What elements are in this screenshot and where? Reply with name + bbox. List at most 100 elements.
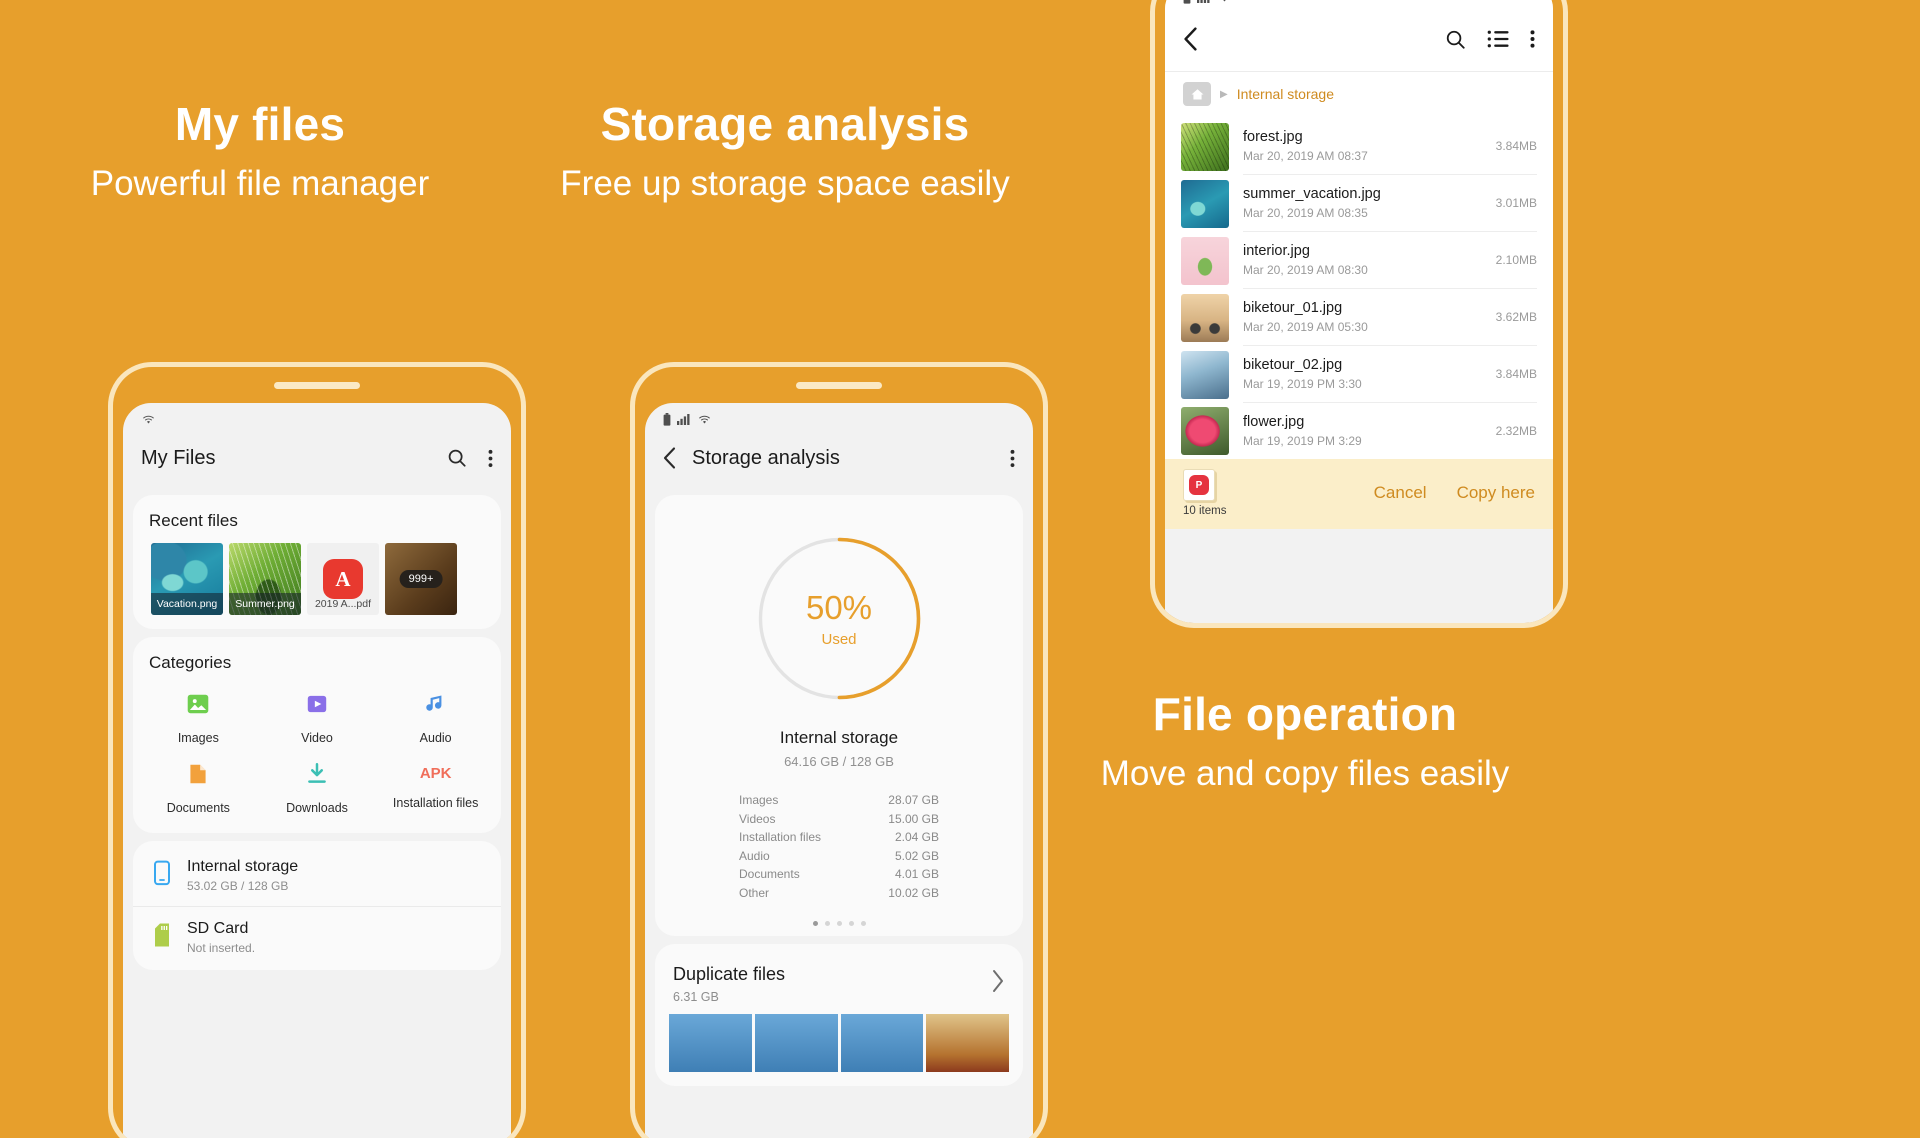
page-dot[interactable] [824, 920, 830, 926]
file-date: Mar 20, 2019 AM 08:35 [1243, 206, 1368, 220]
storage-item-sdcard[interactable]: SD Card Not inserted. [133, 906, 501, 968]
duplicate-preview-thumb[interactable] [754, 1013, 838, 1072]
breakdown-row: Videos 15.00 GB [739, 810, 939, 829]
breakdown-value: 2.04 GB [894, 830, 939, 845]
search-icon[interactable] [446, 447, 468, 469]
back-arrow-icon[interactable] [663, 447, 676, 469]
headline-subtitle: Move and copy files easily [1100, 754, 1510, 794]
recent-file-thumb[interactable]: A 2019 A...pdf [307, 543, 379, 615]
page-dot[interactable] [836, 920, 842, 926]
cancel-button[interactable]: Cancel [1374, 483, 1427, 503]
file-row[interactable]: biketour_02.jpg Mar 19, 2019 PM 3:30 3.8… [1165, 346, 1553, 403]
category-label: Video [301, 731, 333, 745]
categories-card: Categories Images Video Audio Documents … [133, 637, 501, 833]
storage-capacity: 53.02 GB / 128 GB [187, 879, 289, 893]
category-label: Installation files [392, 796, 479, 810]
home-folder-icon[interactable] [1183, 82, 1211, 106]
recent-files-card: Recent files Vacation.png Summer.png A 2… [133, 495, 501, 629]
download-icon [304, 761, 330, 792]
phone-storage-analysis: Storage analysis 50% Used Internal stora… [630, 362, 1048, 1138]
storage-item-internal[interactable]: Internal storage 53.02 GB / 128 GB [133, 845, 501, 906]
file-thumbnail [1181, 122, 1229, 171]
file-size: 2.10MB [1495, 253, 1537, 267]
storage-breakdown-list: Images 28.07 GB Videos 15.00 GB Installa… [739, 791, 939, 903]
file-thumbnail [1181, 179, 1229, 228]
category-label: Documents [166, 801, 230, 815]
categories-grid: Images Video Audio Documents Downloads A… [133, 685, 501, 819]
recent-file-thumb-more[interactable]: 999+ [385, 543, 457, 615]
duplicate-files-size: 6.31 GB [673, 989, 719, 1004]
duplicate-preview-thumb[interactable] [926, 1013, 1009, 1072]
recent-file-thumb[interactable]: Summer.png [229, 543, 301, 615]
selected-item-count: 10 items [1183, 505, 1227, 517]
file-row[interactable]: biketour_01.jpg Mar 20, 2019 AM 05:30 3.… [1165, 289, 1553, 346]
more-vertical-icon[interactable] [488, 448, 493, 469]
file-row[interactable]: flower.jpg Mar 19, 2019 PM 3:29 2.32MB [1165, 403, 1553, 459]
file-date: Mar 20, 2019 AM 08:30 [1243, 263, 1368, 277]
battery-icon [663, 412, 671, 426]
breakdown-label: Documents [739, 867, 800, 882]
recent-file-label: Summer.png [229, 593, 301, 615]
duplicate-files-card[interactable]: Duplicate files 6.31 GB [655, 943, 1023, 1086]
donut-chart-area: 50% Used Internal storage 64.16 GB / 128… [655, 509, 1023, 769]
breakdown-value: 5.02 GB [894, 848, 939, 863]
headline-title: My files [174, 98, 346, 150]
file-operation-bar: P 10 items Cancel Copy here [1165, 459, 1553, 529]
breadcrumb-path[interactable]: Internal storage [1237, 86, 1334, 102]
category-installation-files[interactable]: APK Installation files [376, 761, 495, 815]
breakdown-label: Other [739, 885, 770, 900]
page-title: Storage analysis [692, 446, 840, 469]
page-dot[interactable] [812, 920, 818, 926]
page-dot[interactable] [848, 920, 854, 926]
back-arrow-icon[interactable] [1183, 27, 1198, 51]
headline-my-files: My files Powerful file manager [40, 100, 480, 205]
headline-subtitle: Powerful file manager [90, 164, 430, 204]
file-thumbnail [1181, 407, 1229, 455]
breadcrumb-separator: ▶ [1220, 88, 1228, 100]
image-icon [185, 691, 211, 722]
file-name: flower.jpg [1243, 414, 1305, 430]
category-documents[interactable]: Documents [139, 761, 258, 815]
file-row[interactable]: forest.jpg Mar 20, 2019 AM 08:37 3.84MB [1165, 118, 1553, 175]
page-dot[interactable] [860, 920, 866, 926]
recent-files-row: Vacation.png Summer.png A 2019 A...pdf 9… [133, 543, 501, 615]
category-video[interactable]: Video [258, 691, 377, 745]
breakdown-label: Audio [739, 848, 770, 863]
storage-status: Not inserted. [187, 941, 256, 955]
file-row[interactable]: interior.jpg Mar 20, 2019 AM 08:30 2.10M… [1165, 232, 1553, 289]
copy-here-button[interactable]: Copy here [1457, 483, 1535, 503]
wifi-icon [697, 413, 712, 425]
phone3-app-bar [1165, 7, 1553, 71]
chevron-right-icon[interactable] [991, 969, 1005, 998]
list-view-icon[interactable] [1487, 29, 1510, 49]
duplicate-preview-thumb[interactable] [669, 1013, 752, 1072]
audio-icon [423, 691, 449, 722]
file-thumbnail [1181, 293, 1229, 342]
file-row[interactable]: summer_vacation.jpg Mar 20, 2019 AM 08:3… [1165, 175, 1553, 232]
storage-percent: 50% [805, 589, 873, 626]
storage-name: SD Card [187, 920, 249, 937]
phone1-screen: My Files Recent files Vacation.png Summe… [123, 403, 511, 1138]
category-audio[interactable]: Audio [376, 691, 495, 745]
phone-speaker-bar [796, 382, 882, 389]
phone2-screen: Storage analysis 50% Used Internal stora… [645, 403, 1033, 1138]
status-bar [123, 403, 511, 429]
storage-list-card: Internal storage 53.02 GB / 128 GB SD Ca… [133, 841, 501, 970]
headline-file-operation: File operation Move and copy files easil… [1080, 690, 1530, 795]
breakdown-label: Videos [739, 811, 776, 826]
file-size: 3.84MB [1495, 367, 1537, 381]
file-list: forest.jpg Mar 20, 2019 AM 08:37 3.84MB … [1165, 118, 1553, 459]
page-indicator[interactable] [655, 903, 1023, 928]
search-icon[interactable] [1444, 28, 1467, 51]
duplicate-files-title: Duplicate files [673, 963, 786, 984]
video-icon [304, 691, 330, 722]
status-bar [645, 403, 1033, 429]
more-count-badge: 999+ [399, 570, 443, 588]
category-images[interactable]: Images [139, 691, 258, 745]
duplicate-files-preview-strip [655, 1013, 1023, 1072]
more-vertical-icon[interactable] [1010, 448, 1015, 469]
duplicate-preview-thumb[interactable] [840, 1013, 924, 1072]
more-vertical-icon[interactable] [1530, 28, 1535, 50]
category-downloads[interactable]: Downloads [258, 761, 377, 815]
recent-file-thumb[interactable]: Vacation.png [151, 543, 223, 615]
